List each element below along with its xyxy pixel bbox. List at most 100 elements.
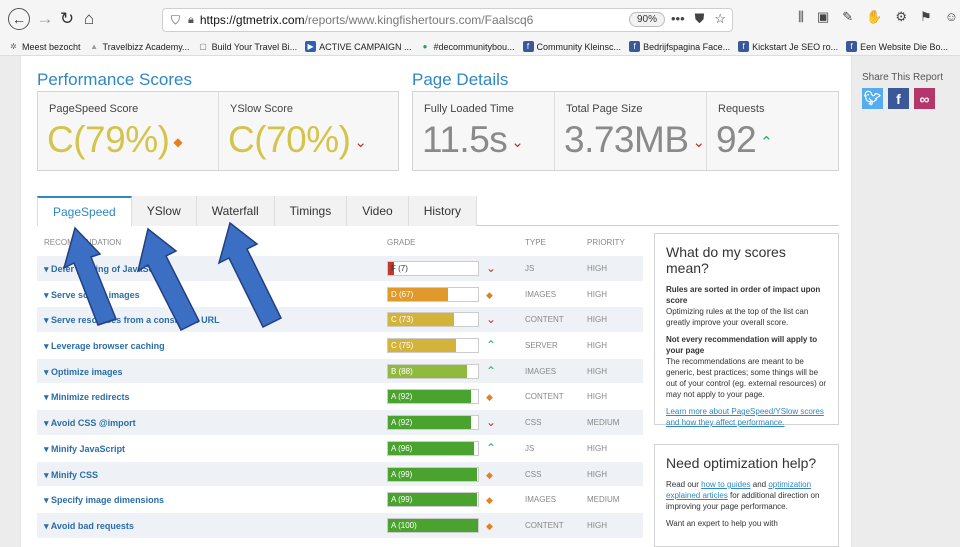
home-button[interactable]: ⌂ — [78, 8, 100, 30]
performance-scores-box: PageSpeed Score C(79%) ◆ YSlow Score C(70… — [37, 91, 399, 171]
type-value: CONTENT — [525, 315, 564, 325]
recommendation-name[interactable]: Avoid CSS @import — [44, 418, 136, 429]
tab-pagespeed[interactable]: PageSpeed — [37, 196, 132, 226]
priority-value: HIGH — [587, 520, 607, 530]
how-to-guides-link[interactable]: how to guides — [701, 480, 750, 489]
type-value: IMAGES — [525, 366, 557, 376]
bookmark-label: Meest bezocht — [22, 41, 81, 52]
grade-text: C (73) — [391, 315, 414, 325]
recommendation-name[interactable]: Serve scaled images — [44, 290, 140, 301]
scores-help-bold-2: Not every recommendation will apply to y… — [666, 335, 818, 355]
shield-icon[interactable]: ⛉ — [171, 13, 180, 28]
table-header: RECOMMENDATION GRADE TYPE PRIORITY — [37, 238, 643, 252]
recommendation-name[interactable]: Serve resources from a consistent URL — [44, 315, 220, 326]
recommendation-name[interactable]: Avoid bad requests — [44, 521, 134, 532]
back-button[interactable]: ← — [8, 8, 30, 30]
page-details-box: Fully Loaded Time 11.5s ⌄ Total Page Size… — [412, 91, 839, 171]
table-row[interactable]: Minify JavaScript A (96) ⌃ JS HIGH — [37, 436, 643, 462]
extension-pin-icon[interactable]: ⚑ — [920, 9, 932, 25]
priority-value: HIGH — [587, 366, 607, 376]
no-change-icon: ◆ — [486, 392, 493, 403]
scores-help-text-1: Optimizing rules at the top of the list … — [666, 307, 809, 327]
bookmark-item[interactable]: ● #decommunitybou... — [419, 41, 515, 52]
link-icon[interactable]: ∞ — [914, 88, 935, 109]
table-row[interactable]: Optimize images B (88) ⌃ IMAGES HIGH — [37, 358, 643, 385]
more-actions-icon[interactable]: ••• — [671, 11, 685, 27]
increase-icon: ⌃ — [486, 440, 497, 455]
tab-history[interactable]: History — [408, 196, 478, 226]
tab-video[interactable]: Video — [347, 196, 409, 226]
no-change-icon: ◆ — [486, 289, 493, 300]
table-row[interactable]: Minify CSS A (99) ◆ CSS HIGH — [37, 461, 643, 488]
bookmark-item[interactable]: f Kickstart Je SEO ro... — [738, 41, 838, 52]
recommendation-name[interactable]: Minify JavaScript — [44, 444, 125, 455]
table-row[interactable]: Avoid CSS @import A (92) ⌄ CSS MEDIUM — [37, 410, 643, 436]
reload-button[interactable]: ↻ — [56, 8, 78, 30]
no-change-icon: ◆ — [486, 469, 493, 480]
share-icons: 🐦︎ f ∞ — [862, 88, 935, 109]
triangle-icon: ▲ — [90, 42, 98, 51]
extension-icon[interactable]: ✋ — [866, 9, 882, 25]
bookmark-item[interactable]: ▶ ACTIVE CAMPAIGN ... — [305, 41, 411, 52]
zoom-badge[interactable]: 90% — [629, 12, 666, 27]
decrease-icon: ⌄ — [486, 415, 497, 430]
recommendation-name[interactable]: Leverage browser caching — [44, 341, 165, 352]
table-row[interactable]: Serve scaled images D (67) ◆ IMAGES HIGH — [37, 282, 643, 308]
facebook-icon: f — [629, 41, 641, 52]
table-row[interactable]: Specify image dimensions A (99) ◆ IMAGES MED… — [37, 487, 643, 513]
recommendation-name[interactable]: Defer parsing of JavaScript — [44, 264, 168, 275]
page-size-label: Total Page Size — [566, 103, 643, 115]
bookmark-label: Een Website Die Bo... — [860, 41, 949, 52]
recommendation-name[interactable]: Minify CSS — [44, 470, 98, 481]
forward-button[interactable]: → — [34, 8, 56, 30]
bookmark-item[interactable]: ▢ Build Your Travel Bi... — [198, 41, 297, 52]
tab-yslow[interactable]: YSlow — [131, 196, 197, 226]
grade-bar: A (99) — [387, 492, 479, 508]
learn-more-link[interactable]: Learn more about PageSpeed/YSlow scores … — [666, 407, 824, 427]
recommendation-name[interactable]: Optimize images — [44, 367, 123, 378]
page-details-title: Page Details — [412, 70, 509, 89]
decrease-icon: ⌄ — [692, 134, 706, 152]
pocket-icon[interactable]: ⛊ — [695, 11, 705, 27]
eyedropper-icon[interactable]: ✎ — [842, 9, 853, 25]
pagespeed-score-value: C(79%) — [47, 119, 170, 160]
bookmark-label: ACTIVE CAMPAIGN ... — [319, 41, 412, 52]
tab-waterfall[interactable]: Waterfall — [196, 196, 275, 226]
bookmark-item[interactable]: ✲ Meest bezocht — [8, 41, 81, 52]
yslow-score-label: YSlow Score — [230, 103, 293, 115]
facebook-icon[interactable]: f — [888, 88, 909, 109]
table-row[interactable]: Leverage browser caching C (75) ⌃ SERVER HIG… — [37, 333, 643, 359]
table-row[interactable]: Minimize redirects A (92) ◆ CONTENT HIGH — [37, 384, 643, 411]
priority-value: MEDIUM — [587, 495, 620, 505]
recommendation-name[interactable]: Specify image dimensions — [44, 495, 164, 506]
grade-bar: A (96) — [387, 440, 479, 456]
tab-timings[interactable]: Timings — [274, 196, 348, 226]
table-row[interactable]: Avoid bad requests A (100) ◆ CONTENT HIGH — [37, 512, 643, 539]
decrease-icon: ⌄ — [511, 134, 524, 152]
bookmark-item[interactable]: ▲ Travelbizz Academy... — [89, 41, 190, 52]
table-row[interactable]: Defer parsing of JavaScript F (7) ⌄ JS HIGH — [37, 256, 643, 282]
sidebar-icon[interactable]: ▣ — [817, 9, 829, 25]
lock-icon[interactable]: 🔒︎ — [188, 14, 194, 27]
bookmark-item[interactable]: f Een Website Die Bo... — [846, 41, 948, 52]
yslow-score-value: C(70%) — [228, 119, 351, 160]
account-icon[interactable]: ☺ — [945, 9, 958, 25]
bookmark-star-icon[interactable]: ☆ — [714, 11, 726, 27]
address-bar[interactable]: ⛉ 🔒︎ https://gtmetrix.com/reports/www.ki… — [162, 8, 733, 32]
scores-help-box: What do my scores mean? Rules are sorted… — [654, 233, 839, 427]
grade-text: A (92) — [391, 392, 413, 402]
table-row[interactable]: Serve resources from a consistent URL C (… — [37, 307, 643, 334]
url-text[interactable]: https://gtmetrix.com/reports/www.kingfis… — [200, 13, 533, 27]
extension-gear-icon[interactable]: ⚙ — [895, 9, 907, 25]
col-grade: GRADE — [387, 238, 416, 247]
bookmarks-bar: ✲ Meest bezocht ▲ Travelbizz Academy... ▢ Bui… — [0, 38, 960, 56]
fully-loaded-value: 11.5s — [422, 119, 508, 160]
twitter-icon[interactable]: 🐦︎ — [862, 88, 883, 109]
grade-text: A (100) — [391, 520, 417, 530]
bookmark-item[interactable]: f Community Kleinsc... — [522, 41, 621, 52]
recommendation-name[interactable]: Minimize redirects — [44, 392, 130, 403]
bookmark-item[interactable]: f Bedrijfspagina Face... — [629, 41, 730, 52]
library-icon[interactable]: ⫼ — [798, 9, 804, 25]
requests-value: 92 — [716, 119, 757, 160]
facebook-icon: f — [522, 41, 534, 52]
